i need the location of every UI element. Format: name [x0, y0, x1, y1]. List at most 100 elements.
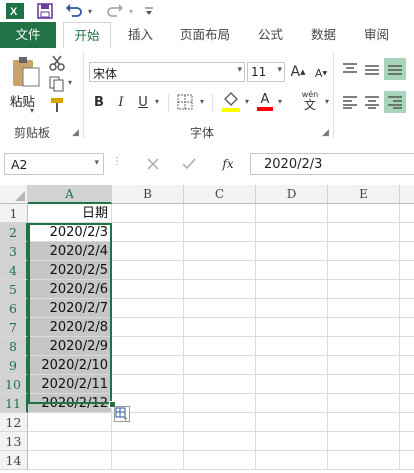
cell[interactable]	[328, 451, 400, 470]
cell-a[interactable]: 2020/2/7	[28, 299, 112, 318]
italic-button[interactable]: I	[114, 93, 128, 111]
cell[interactable]	[184, 204, 256, 223]
format-painter-icon[interactable]	[48, 96, 66, 114]
cell[interactable]	[328, 299, 400, 318]
shrink-font-button[interactable]: A ▼	[313, 64, 329, 82]
row-header[interactable]: 5	[0, 280, 28, 299]
underline-button[interactable]: U	[136, 93, 150, 111]
cell-a[interactable]: 2020/2/11	[28, 375, 112, 394]
phonetic-dropdown-icon[interactable]: ▾	[325, 97, 329, 106]
align-right-icon[interactable]	[384, 91, 406, 113]
cell[interactable]	[184, 280, 256, 299]
cell[interactable]	[256, 299, 328, 318]
cell[interactable]	[112, 356, 184, 375]
row-header[interactable]: 1	[0, 204, 28, 223]
tab-data[interactable]: 数据	[311, 22, 336, 48]
cell[interactable]	[400, 432, 414, 451]
row-header[interactable]: 4	[0, 261, 28, 280]
fill-color-dropdown-icon[interactable]: ▾	[245, 97, 249, 106]
row-header[interactable]: 14	[0, 451, 28, 470]
cell-a[interactable]: 2020/2/8	[28, 318, 112, 337]
cell[interactable]	[256, 223, 328, 242]
cell[interactable]	[328, 375, 400, 394]
cell[interactable]	[184, 451, 256, 470]
cell[interactable]	[184, 318, 256, 337]
tab-file[interactable]: 文件	[0, 22, 56, 48]
cell[interactable]	[400, 318, 414, 337]
tab-review[interactable]: 审阅	[364, 22, 389, 48]
cell-a[interactable]: 2020/2/5	[28, 261, 112, 280]
cell[interactable]	[328, 394, 400, 413]
cell-a[interactable]	[28, 451, 112, 470]
row-header[interactable]: 6	[0, 299, 28, 318]
cell[interactable]	[256, 337, 328, 356]
cell[interactable]	[184, 394, 256, 413]
font-color-dropdown-icon[interactable]: ▾	[278, 97, 282, 106]
cell-a[interactable]: 2020/2/6	[28, 280, 112, 299]
cell[interactable]	[400, 413, 414, 432]
cell[interactable]	[400, 242, 414, 261]
align-bottom-icon[interactable]	[384, 58, 406, 80]
cell[interactable]	[256, 242, 328, 261]
cell[interactable]	[256, 451, 328, 470]
cell[interactable]	[112, 337, 184, 356]
align-top-icon[interactable]	[341, 60, 359, 78]
cell[interactable]	[256, 413, 328, 432]
cell[interactable]	[112, 299, 184, 318]
bold-button[interactable]: B	[92, 93, 106, 111]
row-header[interactable]: 11	[0, 394, 28, 413]
row-header[interactable]: 7	[0, 318, 28, 337]
formula-input[interactable]: 2020/2/3	[250, 153, 414, 175]
cell[interactable]	[256, 204, 328, 223]
cell[interactable]	[184, 261, 256, 280]
cell[interactable]	[112, 451, 184, 470]
cell[interactable]	[400, 261, 414, 280]
select-all-corner[interactable]	[0, 185, 28, 204]
tab-page-layout[interactable]: 页面布局	[180, 22, 230, 48]
cell-a[interactable]: 2020/2/12	[28, 394, 112, 413]
cell-a[interactable]: 2020/2/4	[28, 242, 112, 261]
redo-dropdown-icon[interactable]: ▾	[126, 2, 136, 20]
cell-a[interactable]	[28, 413, 112, 432]
cell[interactable]	[184, 356, 256, 375]
cell[interactable]	[112, 318, 184, 337]
cell[interactable]	[184, 413, 256, 432]
cell[interactable]	[184, 242, 256, 261]
paste-dropdown-icon[interactable]: ▾	[30, 106, 34, 115]
cell[interactable]	[184, 375, 256, 394]
column-header-c[interactable]: C	[184, 185, 256, 204]
cell[interactable]	[328, 223, 400, 242]
cell[interactable]	[184, 223, 256, 242]
cancel-icon[interactable]	[144, 155, 162, 173]
cell[interactable]	[328, 280, 400, 299]
border-icon[interactable]	[176, 93, 194, 111]
align-middle-icon[interactable]	[363, 60, 381, 78]
cell[interactable]	[256, 375, 328, 394]
cell[interactable]	[256, 394, 328, 413]
underline-dropdown-icon[interactable]: ▾	[155, 97, 159, 106]
cell[interactable]	[328, 261, 400, 280]
redo-icon[interactable]	[105, 2, 125, 20]
grow-font-button[interactable]: A ▲	[290, 62, 306, 82]
cell[interactable]	[400, 337, 414, 356]
cell[interactable]	[184, 299, 256, 318]
font-color-button[interactable]: A	[256, 91, 274, 113]
cell-a[interactable]	[28, 432, 112, 451]
cell[interactable]	[400, 394, 414, 413]
cell[interactable]	[112, 375, 184, 394]
scissors-icon[interactable]	[48, 54, 66, 72]
cell[interactable]	[400, 356, 414, 375]
column-header-d[interactable]: D	[256, 185, 328, 204]
column-header-a[interactable]: A	[28, 185, 112, 204]
column-header-e[interactable]: E	[328, 185, 400, 204]
name-box[interactable]: A2 ▾	[4, 153, 104, 175]
cell[interactable]	[112, 223, 184, 242]
copy-icon[interactable]	[48, 75, 66, 93]
cell-a[interactable]: 2020/2/3	[28, 223, 112, 242]
font-size-select[interactable]: 11 ▾	[247, 62, 285, 82]
cell[interactable]	[328, 432, 400, 451]
paste-icon[interactable]	[8, 54, 42, 88]
tab-formulas[interactable]: 公式	[258, 22, 283, 48]
insert-function-button[interactable]: fx	[218, 155, 238, 173]
cell[interactable]	[400, 299, 414, 318]
